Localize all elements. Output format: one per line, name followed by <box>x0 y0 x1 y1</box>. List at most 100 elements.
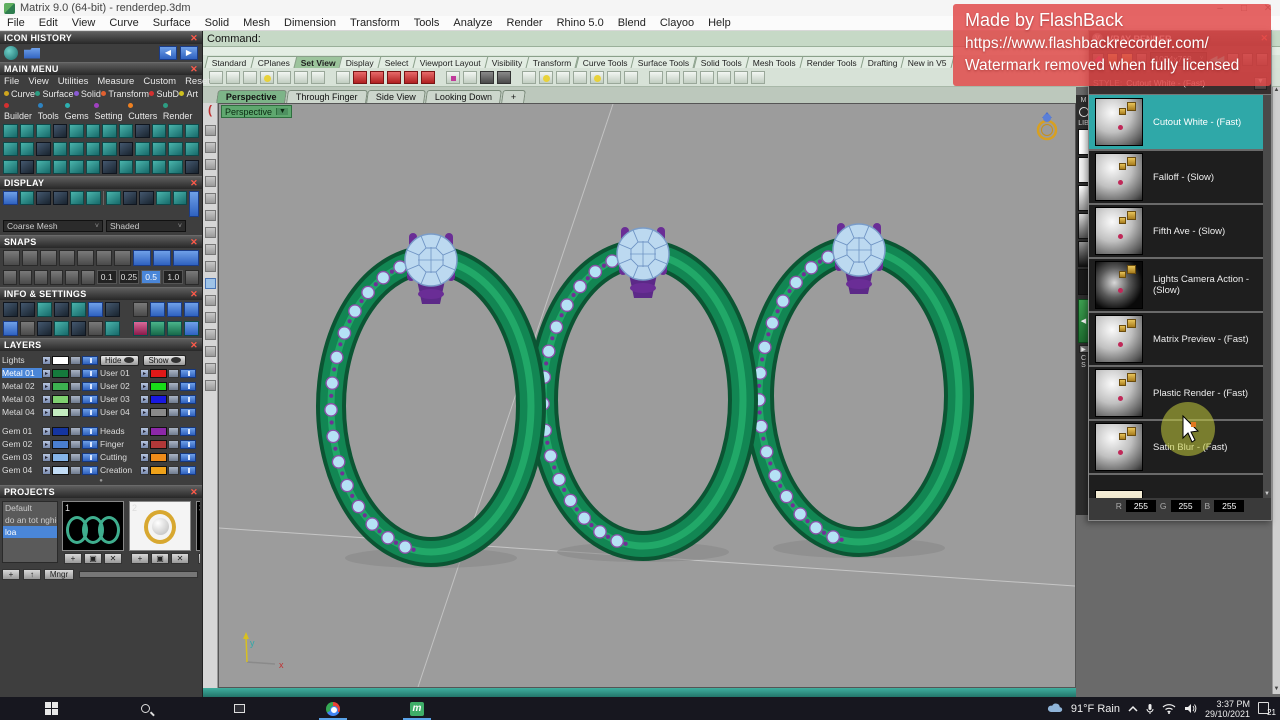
projects-panel-close-icon[interactable]: ✕ <box>190 487 198 498</box>
snap-icon[interactable] <box>3 270 17 285</box>
ribbon-tab-display[interactable]: Display <box>339 56 382 68</box>
ribbon-tool-icon[interactable] <box>463 71 477 84</box>
display-shade-icon[interactable] <box>139 191 154 205</box>
layer-lock-icon[interactable] <box>70 408 81 417</box>
project-thumbnail-1[interactable]: 1 <box>62 501 124 551</box>
side-tool-icon[interactable] <box>205 244 216 255</box>
layer-row-cutting[interactable]: Cutting▸ <box>100 451 200 463</box>
scroll-down-icon[interactable]: ▼ <box>1273 686 1280 692</box>
snap-icon[interactable] <box>22 250 39 266</box>
layer-row-gem-02[interactable]: Gem 02▸ <box>2 438 100 450</box>
main-menu-utilities[interactable]: Utilities <box>58 76 89 87</box>
side-tool-icon[interactable] <box>205 125 216 136</box>
render-preset-fifth-ave[interactable]: Fifth Ave - (Slow) <box>1089 203 1271 257</box>
layer-lock-icon[interactable] <box>70 440 81 449</box>
layer-expand-icon[interactable]: ▸ <box>42 382 51 391</box>
ribbon-tool-icon[interactable] <box>717 71 731 84</box>
layer-color-swatch[interactable] <box>52 453 69 462</box>
tool-icon[interactable] <box>185 160 200 174</box>
gemstone-tool-icon[interactable] <box>133 321 148 336</box>
menu-item-edit[interactable]: Edit <box>32 17 65 29</box>
snap-icon[interactable] <box>65 270 79 285</box>
layer-visibility-toggle[interactable] <box>82 369 98 378</box>
menu-item-dimension[interactable]: Dimension <box>277 17 343 29</box>
tool-icon[interactable] <box>86 142 101 156</box>
menu-item-view[interactable]: View <box>65 17 103 29</box>
tool-icon[interactable] <box>168 124 183 138</box>
ribbon-tab-cplanes[interactable]: CPlanes <box>250 56 297 68</box>
layer-lock-icon[interactable] <box>70 395 81 404</box>
layer-expand-icon[interactable]: ▸ <box>140 395 149 404</box>
ribbon-tab-curve-tools[interactable]: Curve Tools <box>575 56 635 68</box>
ribbon-tool-icon[interactable] <box>573 71 587 84</box>
tool-icon[interactable] <box>20 124 35 138</box>
layer-expand-icon[interactable]: ▸ <box>42 440 51 449</box>
info-icon[interactable] <box>3 302 18 317</box>
gemstone-tool-icon[interactable] <box>184 321 199 336</box>
ribbon-tool-icon[interactable] <box>243 71 257 84</box>
layer-color-swatch[interactable] <box>150 466 167 475</box>
layer-lock-icon[interactable] <box>70 356 81 365</box>
microphone-icon[interactable] <box>1146 703 1154 715</box>
layer-color-swatch[interactable] <box>52 356 69 365</box>
info-icon[interactable] <box>20 302 35 317</box>
layer-lock-icon[interactable] <box>168 440 179 449</box>
render-preset-matrix-preview[interactable]: Matrix Preview - (Fast) <box>1089 311 1271 365</box>
layer-visibility-toggle[interactable] <box>180 453 196 462</box>
layer-expand-icon[interactable]: ▸ <box>42 395 51 404</box>
ribbon-tool-icon[interactable] <box>353 71 367 84</box>
tool-icon[interactable] <box>152 160 167 174</box>
render-preset-lights-camera-action[interactable]: Lights Camera Action - (Slow) <box>1089 257 1271 311</box>
category-tab-cutters[interactable]: Cutters <box>128 101 163 121</box>
category-tab-setting[interactable]: Setting <box>94 101 128 121</box>
layer-color-swatch[interactable] <box>52 440 69 449</box>
layer-expand-icon[interactable]: ▸ <box>42 466 51 475</box>
tool-icon[interactable] <box>36 142 51 156</box>
info-icon[interactable] <box>88 302 103 317</box>
project-add-button[interactable]: + <box>2 569 20 580</box>
snap-increment-0.1[interactable]: 0.1 <box>97 270 117 284</box>
viewport-tab-side-view[interactable]: Side View <box>366 90 426 103</box>
main-menu-panel-close-icon[interactable]: ✕ <box>190 64 198 75</box>
ribbon-tab-new-in-v5[interactable]: New in V5 <box>901 56 955 68</box>
shade-mode-dropdown[interactable]: Shaded˅ <box>106 220 186 232</box>
ribbon-tab-visibility[interactable]: Visibility <box>484 56 530 68</box>
layer-expand-icon[interactable]: ▸ <box>140 369 149 378</box>
category-tab-solid[interactable]: Solid <box>74 89 101 99</box>
info-icon[interactable] <box>71 302 86 317</box>
layer-lock-icon[interactable] <box>168 382 179 391</box>
tool-icon[interactable] <box>135 160 150 174</box>
layer-lock-icon[interactable] <box>70 453 81 462</box>
layer-visibility-toggle[interactable] <box>82 395 98 404</box>
ribbon-tool-icon[interactable] <box>590 71 604 84</box>
layer-visibility-toggle[interactable] <box>180 369 196 378</box>
snap-increment-0.5[interactable]: 0.5 <box>141 270 161 284</box>
add-project-button[interactable]: + <box>198 553 200 564</box>
ribbon-tool-icon[interactable] <box>700 71 714 84</box>
main-menu-file[interactable]: File <box>4 76 19 87</box>
ribbon-tool-icon[interactable] <box>209 71 223 84</box>
tool-icon[interactable] <box>86 124 101 138</box>
tool-icon[interactable] <box>102 124 117 138</box>
viewport-tab-perspective[interactable]: Perspective <box>216 90 286 103</box>
side-tool-icon[interactable] <box>205 295 216 306</box>
workflow-icon[interactable] <box>167 302 182 317</box>
menu-item-tools[interactable]: Tools <box>407 17 447 29</box>
layer-expand-icon[interactable]: ▸ <box>140 427 149 436</box>
snap-icon[interactable] <box>50 270 64 285</box>
rgb-value-g[interactable]: 255 <box>1171 500 1201 512</box>
snap-icon[interactable] <box>40 250 57 266</box>
project-thumbnail-2[interactable]: 2 <box>129 501 191 551</box>
project-manager-button[interactable]: Mngr <box>44 569 74 580</box>
layer-color-swatch[interactable] <box>52 369 69 378</box>
side-tool-icon[interactable] <box>205 159 216 170</box>
weather-icon[interactable] <box>1047 703 1063 715</box>
layer-expand-icon[interactable]: ▸ <box>140 440 149 449</box>
tool-icon[interactable] <box>152 142 167 156</box>
ribbon-tool-icon[interactable] <box>226 71 240 84</box>
layer-lock-icon[interactable] <box>70 466 81 475</box>
layer-lock-icon[interactable] <box>168 395 179 404</box>
add-project-button[interactable]: + <box>131 553 149 564</box>
add-project-button[interactable]: + <box>64 553 82 564</box>
ribbon-tool-icon[interactable] <box>734 71 748 84</box>
